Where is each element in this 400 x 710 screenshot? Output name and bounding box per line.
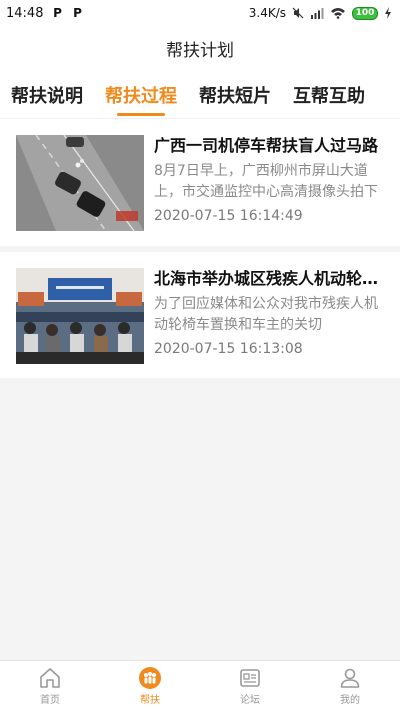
battery-indicator: 100 [352, 6, 378, 20]
list-item[interactable]: 北海市举办城区残疾人机动轮椅车置换 为了回应媒体和公众对我市残疾人机动轮椅车置换… [0, 246, 400, 378]
charging-icon [385, 7, 391, 19]
nav-item-me[interactable]: 我的 [300, 661, 400, 710]
nav-label: 我的 [340, 694, 360, 706]
app-notification-icon: P [73, 6, 82, 20]
nav-item-help[interactable]: 帮扶 [100, 661, 200, 710]
tab-help-process[interactable]: 帮扶过程 [105, 82, 177, 108]
forum-icon [240, 668, 260, 687]
help-group-icon [139, 666, 161, 689]
tab-bar: 帮扶说明 帮扶过程 帮扶短片 互帮互助 [0, 70, 400, 118]
network-speed: 3.4K/s [248, 6, 286, 20]
page-title: 帮扶计划 [166, 40, 234, 61]
tab-help-videos[interactable]: 帮扶短片 [199, 82, 271, 108]
article-list: 广西一司机停车帮扶盲人过马路 8月7日早上，广西柳州市屏山大道上，市交通监控中心… [0, 118, 400, 378]
article-title: 广西一司机停车帮扶盲人过马路 [154, 136, 379, 155]
article-thumbnail [16, 268, 144, 364]
home-icon [40, 667, 60, 688]
signal-icon [311, 8, 324, 19]
nav-label: 论坛 [240, 694, 260, 706]
mute-icon [292, 7, 304, 19]
nav-label: 首页 [40, 694, 60, 706]
article-summary: 8月7日早上，广西柳州市屏山大道上，市交通监控中心高清摄像头拍下暖心一幕 [154, 163, 378, 200]
article-time: 2020-07-15 16:13:08 [154, 341, 303, 357]
status-bar: 14:48 P P 3.4K/s 100 [0, 0, 400, 26]
tab-mutual-aid[interactable]: 互帮互助 [293, 82, 365, 108]
tab-help-description[interactable]: 帮扶说明 [11, 82, 83, 108]
nav-item-forum[interactable]: 论坛 [200, 661, 300, 710]
article-title: 北海市举办城区残疾人机动轮椅车置换 [154, 269, 384, 288]
nav-item-home[interactable]: 首页 [0, 661, 100, 710]
page-title-bar: 帮扶计划 [0, 26, 400, 70]
nav-label: 帮扶 [140, 694, 160, 706]
article-summary: 为了回应媒体和公众对我市残疾人机动轮椅车置换和车主的关切 [154, 296, 378, 333]
article-time: 2020-07-15 16:14:49 [154, 208, 303, 224]
article-thumbnail [16, 135, 144, 231]
status-time: 14:48 [6, 5, 44, 21]
list-item[interactable]: 广西一司机停车帮扶盲人过马路 8月7日早上，广西柳州市屏山大道上，市交通监控中心… [0, 118, 400, 246]
active-tab-indicator [117, 113, 165, 116]
app-notification-icon: P [53, 6, 62, 20]
bottom-navigation: 首页 帮扶 论坛 我的 [0, 660, 400, 710]
wifi-icon [331, 8, 345, 19]
user-icon [340, 668, 360, 688]
